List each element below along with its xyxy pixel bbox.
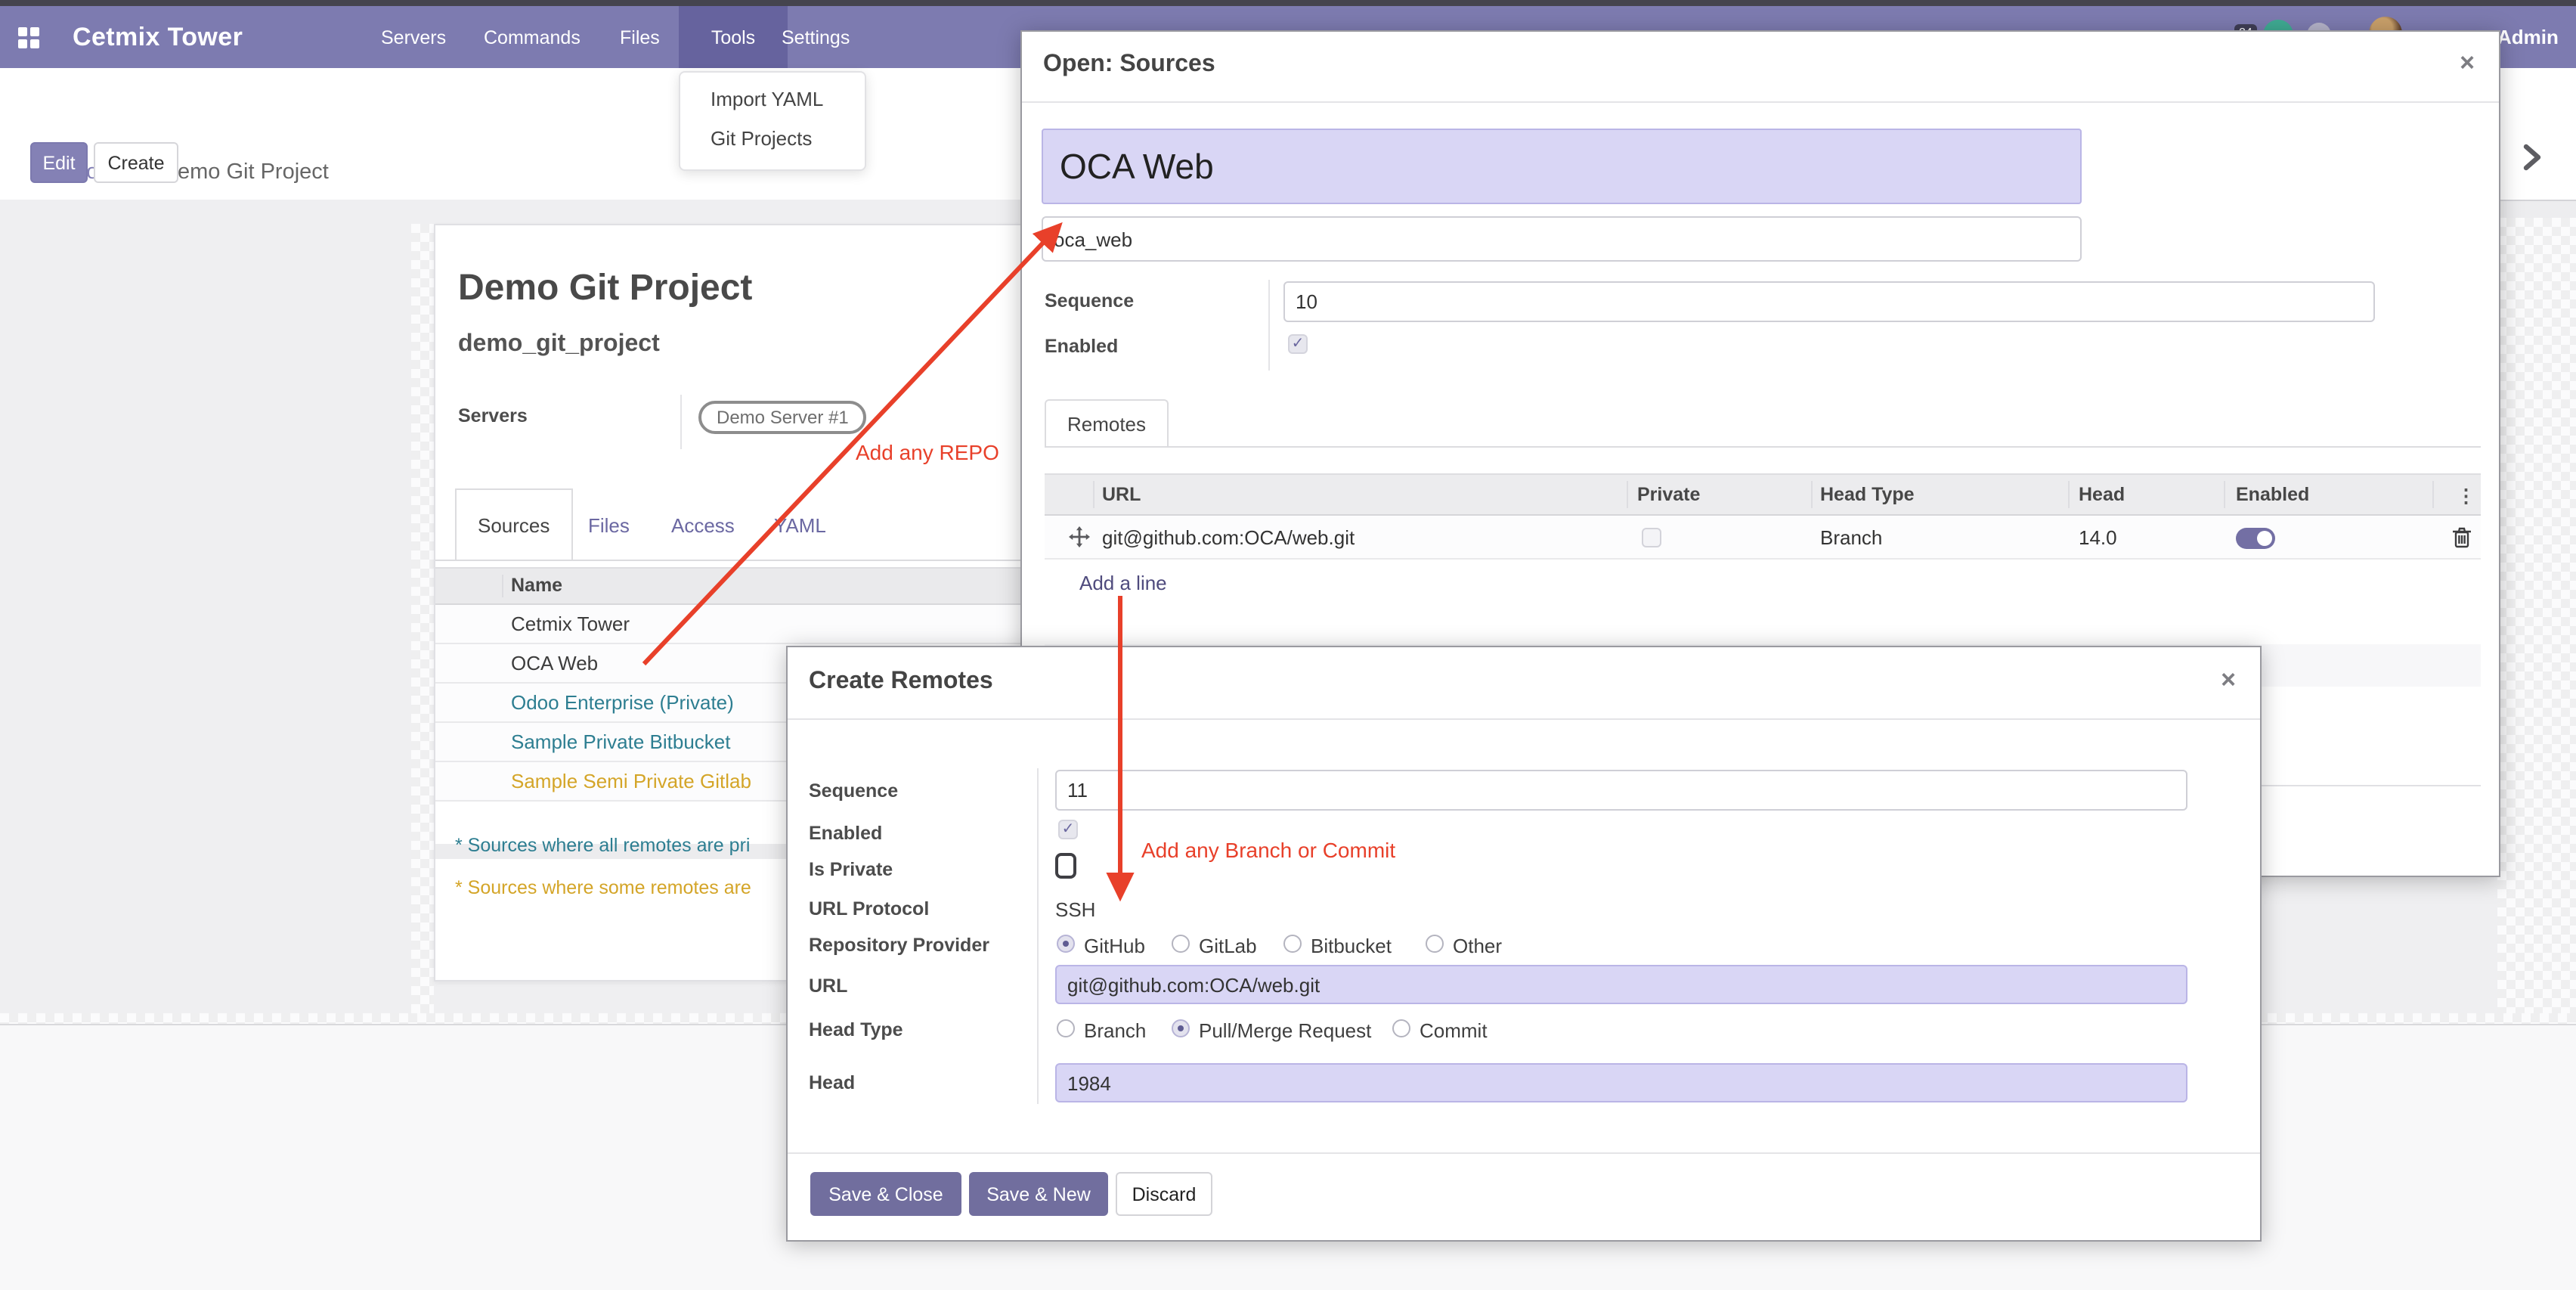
enabled-checkbox[interactable]: ✓	[1058, 820, 1078, 839]
apps-grid-icon[interactable]	[18, 27, 39, 48]
window-top-strip	[0, 0, 2576, 6]
annotation-add-any-branch: Add any Branch or Commit	[1141, 838, 1395, 862]
sequence-label: Sequence	[809, 780, 898, 802]
radio-bitbucket-label[interactable]: Bitbucket	[1311, 935, 1392, 957]
create-button[interactable]: Create	[94, 142, 178, 183]
project-title: Demo Git Project	[458, 268, 752, 310]
trash-icon[interactable]	[2452, 526, 2472, 549]
nav-item-files[interactable]: Files	[606, 6, 673, 68]
screen: Cetmix Tower Servers Commands Files Tool…	[0, 0, 2576, 1290]
expand-chevron-icon[interactable]	[2522, 144, 2543, 171]
project-code: demo_git_project	[458, 331, 660, 358]
open-sources-modal-title: Open: Sources	[1043, 51, 1215, 79]
remotes-table-header: URL Private Head Type Head Enabled ⋮	[1045, 473, 2481, 516]
radio-other[interactable]	[1426, 935, 1444, 953]
head-label: Head	[809, 1072, 855, 1093]
repository-provider-label: Repository Provider	[809, 935, 989, 956]
radio-pmr-label[interactable]: Pull/Merge Request	[1199, 1019, 1371, 1042]
radio-commit[interactable]	[1392, 1019, 1410, 1037]
breadcrumb-current: Demo Git Project	[162, 160, 329, 185]
nav-item-commands[interactable]: Commands	[470, 6, 594, 68]
col-enabled[interactable]: Enabled	[2236, 475, 2309, 514]
sequence-input[interactable]: 11	[1055, 770, 2187, 811]
radio-bitbucket[interactable]	[1283, 935, 1302, 953]
source-row[interactable]: Cetmix Tower	[435, 605, 1067, 644]
is-private-label: Is Private	[809, 859, 893, 880]
user-menu[interactable]: Admin	[2497, 6, 2559, 68]
radio-gitlab-label[interactable]: GitLab	[1199, 935, 1257, 957]
url-input[interactable]: git@github.com:OCA/web.git	[1055, 965, 2187, 1004]
add-a-line-link[interactable]: Add a line	[1079, 570, 1167, 597]
server-tag[interactable]: Demo Server #1	[698, 401, 867, 434]
footnote-semi-private: * Sources where some remotes are	[455, 877, 751, 898]
menu-item-import-yaml[interactable]: Import YAML	[711, 88, 823, 110]
url-label: URL	[809, 975, 847, 997]
tools-dropdown-menu: Import YAML Git Projects	[679, 71, 866, 171]
column-name[interactable]: Name	[511, 575, 562, 596]
url-protocol-value: SSH	[1055, 898, 1095, 921]
remote-url: git@github.com:OCA/web.git	[1102, 526, 1355, 549]
col-url[interactable]: URL	[1102, 475, 1141, 514]
tab-access[interactable]: Access	[671, 488, 735, 561]
right-side-panel	[2497, 68, 2576, 201]
tab-remotes[interactable]: Remotes	[1045, 399, 1169, 448]
tab-underline	[435, 560, 1067, 561]
source-code-input[interactable]: oca_web	[1042, 216, 2082, 262]
col-private[interactable]: Private	[1637, 475, 1700, 514]
nav-item-servers[interactable]: Servers	[367, 6, 460, 68]
radio-branch[interactable]	[1057, 1019, 1075, 1037]
close-icon[interactable]: ×	[2460, 48, 2475, 79]
hatch-right-strip	[2497, 218, 2576, 1024]
is-private-checkbox[interactable]	[1055, 853, 1076, 879]
edit-button[interactable]: Edit	[30, 142, 88, 183]
radio-commit-label[interactable]: Commit	[1420, 1019, 1488, 1042]
col-head-type[interactable]: Head Type	[1820, 475, 1915, 514]
close-icon[interactable]: ×	[2221, 665, 2236, 696]
radio-other-label[interactable]: Other	[1453, 935, 1502, 957]
tab-files[interactable]: Files	[588, 488, 630, 561]
drag-handle-icon[interactable]	[1069, 526, 1090, 547]
discard-button[interactable]: Discard	[1116, 1172, 1212, 1216]
nav-item-settings[interactable]: Settings	[768, 6, 863, 68]
enabled-label: Enabled	[1045, 336, 1118, 357]
col-head[interactable]: Head	[2079, 475, 2125, 514]
url-protocol-label: URL Protocol	[809, 898, 929, 919]
radio-gitlab[interactable]	[1172, 935, 1190, 953]
tab-sources[interactable]: Sources	[455, 488, 572, 561]
save-new-button[interactable]: Save & New	[969, 1172, 1108, 1216]
footnote-private: * Sources where all remotes are pri	[455, 835, 750, 856]
right-gray-strip	[2497, 201, 2576, 218]
sources-list-header: Name	[435, 567, 1067, 605]
create-remotes-modal: Create Remotes × Sequence 11 Enabled ✓ I…	[786, 646, 2262, 1242]
enabled-checkbox[interactable]: ✓	[1288, 334, 1308, 354]
field-separator	[680, 395, 682, 449]
radio-branch-label[interactable]: Branch	[1084, 1019, 1146, 1042]
private-checkbox[interactable]	[1642, 528, 1661, 547]
radio-github[interactable]	[1057, 935, 1075, 953]
save-close-button[interactable]: Save & Close	[810, 1172, 961, 1216]
brand-title[interactable]: Cetmix Tower	[73, 6, 243, 68]
enabled-toggle[interactable]	[2236, 528, 2275, 549]
hatch-card-left	[411, 224, 434, 1013]
sequence-label: Sequence	[1045, 290, 1134, 312]
radio-pull-merge-request[interactable]	[1172, 1019, 1190, 1037]
enabled-label: Enabled	[809, 823, 882, 844]
remote-head: 14.0	[2079, 526, 2117, 549]
radio-github-label[interactable]: GitHub	[1084, 935, 1145, 957]
kebab-icon[interactable]: ⋮	[2457, 475, 2475, 514]
servers-label: Servers	[458, 405, 528, 426]
sequence-input[interactable]: 10	[1283, 281, 2375, 322]
card-tabs: Sources Files Access YAML	[435, 488, 1067, 561]
remote-row[interactable]: git@github.com:OCA/web.git Branch 14.0	[1045, 516, 2481, 560]
head-input[interactable]: 1984	[1055, 1063, 2187, 1102]
head-type-label: Head Type	[809, 1019, 903, 1040]
source-name-input[interactable]: OCA Web	[1042, 129, 2082, 204]
tab-yaml[interactable]: YAML	[774, 488, 826, 561]
annotation-add-any-repo: Add any REPO	[856, 440, 999, 464]
remote-head-type: Branch	[1820, 526, 1882, 549]
menu-item-git-projects[interactable]: Git Projects	[711, 127, 812, 150]
create-remotes-title: Create Remotes	[809, 668, 993, 696]
